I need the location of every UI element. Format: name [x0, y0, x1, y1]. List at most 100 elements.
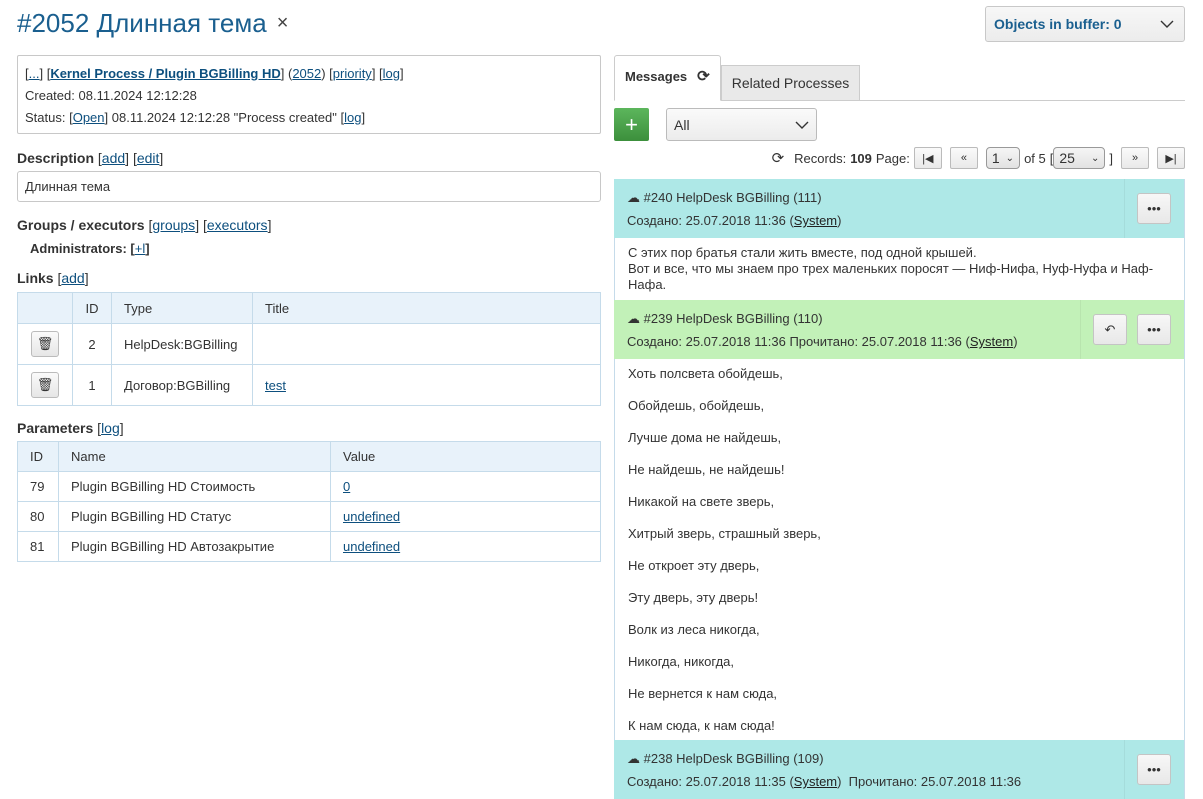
link-type: Договор:BGBilling: [111, 364, 253, 406]
message-filter-select[interactable]: All: [666, 108, 817, 141]
message-dates: Создано: 25.07.2018 11:36 (: [627, 213, 794, 228]
reply-button[interactable]: ↶: [1093, 314, 1127, 345]
messages-list: ☁ #240 HelpDesk BGBilling (111) Создано:…: [614, 179, 1185, 799]
links-col-type: Type: [111, 292, 253, 324]
process-id-link[interactable]: 2052: [292, 66, 321, 81]
links-header-row: ID Type Title: [17, 292, 601, 324]
link-id: 2: [72, 323, 112, 365]
message-user-link[interactable]: System: [970, 334, 1013, 349]
message-title: #239 HelpDesk BGBilling (110): [643, 311, 823, 326]
process-log-link[interactable]: log: [383, 66, 400, 81]
status-link[interactable]: Open: [73, 110, 105, 125]
status-label: Status:: [25, 110, 66, 125]
groups-link[interactable]: groups: [152, 217, 195, 233]
message-line: Никакой на свете зверь,: [628, 494, 775, 509]
message-line: Обойдешь, обойдешь,: [628, 398, 765, 413]
first-page-button[interactable]: |◀: [913, 147, 942, 169]
message-user-link[interactable]: System: [794, 213, 837, 228]
page-select[interactable]: 1 ⌄: [985, 147, 1021, 169]
message-dates-suffix: ): [1013, 334, 1018, 349]
chevron-down-icon: ⌄: [1005, 152, 1015, 164]
reply-icon: ↶: [1104, 321, 1116, 337]
delete-link-button[interactable]: 🗑: [31, 372, 59, 398]
param-value-link[interactable]: undefined: [343, 539, 400, 554]
message-dates: Создано: 25.07.2018 11:36 Прочитано: 25.…: [627, 334, 970, 349]
tab-related-processes[interactable]: Related Processes: [720, 65, 861, 100]
params-col-name: Name: [58, 441, 331, 472]
message-user-link[interactable]: System: [794, 774, 837, 789]
process-details-panel: [...] [Kernel Process / Plugin BGBilling…: [17, 55, 601, 562]
delete-link-button[interactable]: 🗑: [31, 331, 59, 357]
message-menu-button[interactable]: •••: [1137, 193, 1171, 224]
refresh-icon[interactable]: ⟳: [772, 149, 785, 167]
param-value-link[interactable]: undefined: [343, 509, 400, 524]
message-title: #240 HelpDesk BGBilling (111): [643, 190, 822, 205]
chevron-down-icon: ⌄: [1090, 152, 1100, 164]
process-menu-link[interactable]: ...: [29, 66, 40, 81]
message-item: ☁ #240 HelpDesk BGBilling (111) Создано:…: [614, 179, 1184, 300]
message-line: Вот и все, что мы знаем про трех маленьк…: [628, 261, 1154, 292]
messages-toolbar: + All: [614, 108, 1185, 141]
close-icon[interactable]: ×: [277, 12, 289, 35]
message-dates-suffix: ) Прочитано: 25.07.2018 11:36: [837, 774, 1022, 789]
next-page-button[interactable]: »: [1121, 147, 1149, 169]
message-header[interactable]: ☁ #239 HelpDesk BGBilling (110) Создано:…: [614, 300, 1184, 359]
add-executor-link[interactable]: +l: [135, 241, 145, 256]
administrators-group: Administrators: [+l]: [30, 241, 150, 256]
status-line: Status: [Open] 08.11.2024 12:12:28 "Proc…: [25, 110, 366, 125]
priority-link[interactable]: priority: [333, 66, 372, 81]
objects-buffer-dropdown[interactable]: Objects in buffer: 0: [985, 6, 1185, 42]
last-page-button[interactable]: ▶|: [1157, 147, 1185, 169]
message-header[interactable]: ☁ #240 HelpDesk BGBilling (111) Создано:…: [614, 179, 1184, 238]
param-id: 80: [17, 501, 59, 532]
process-title: #2052 Длинная тема: [17, 8, 267, 38]
prev-page-button[interactable]: «: [949, 147, 978, 169]
param-name: Plugin BGBilling HD Статус: [58, 501, 331, 532]
message-line: Никогда, никогда,: [628, 654, 734, 669]
page-size-select[interactable]: 25 ⌄: [1053, 147, 1106, 169]
add-message-button[interactable]: +: [614, 108, 649, 141]
more-dots-icon: •••: [1147, 322, 1161, 337]
pagination: ⟳ Records: 109 Page: |◀ « 1 ⌄ of 5[25 ⌄] »…: [614, 146, 1185, 170]
page-title: #2052 Длинная тема ×: [17, 8, 288, 39]
message-body: Хоть полсвета обойдешь, Обойдешь, обойде…: [614, 359, 1184, 740]
refresh-icon[interactable]: ⟳: [697, 67, 710, 85]
link-title-link[interactable]: test: [265, 378, 286, 393]
message-item: ☁ #239 HelpDesk BGBilling (110) Создано:…: [614, 300, 1184, 740]
page-label: Page:: [875, 150, 910, 166]
message-title: #238 HelpDesk BGBilling (109): [643, 751, 824, 766]
trash-icon: 🗑: [36, 336, 54, 351]
groups-heading: Groups / executors [groups] [executors]: [17, 217, 272, 233]
message-header[interactable]: ☁ #238 HelpDesk BGBilling (109) Создано:…: [614, 740, 1184, 799]
params-header-row: ID Name Value: [17, 441, 601, 472]
message-line: Эту дверь, эту дверь!: [628, 590, 759, 605]
param-value-link[interactable]: 0: [343, 479, 350, 494]
process-type-link[interactable]: Kernel Process / Plugin BGBilling HD: [50, 66, 280, 81]
filter-value: All: [674, 116, 690, 133]
link-title: [252, 323, 601, 365]
administrators-label: Administrators:: [30, 241, 127, 256]
message-line: Не откроет эту дверь,: [628, 558, 760, 573]
message-line: Не найдешь, не найдешь!: [628, 462, 785, 477]
parameters-log-link[interactable]: log: [101, 420, 120, 436]
process-type-line: [...] [Kernel Process / Plugin BGBilling…: [25, 66, 404, 81]
executors-link[interactable]: executors: [207, 217, 268, 233]
message-menu-button[interactable]: •••: [1137, 314, 1171, 345]
param-name: Plugin BGBilling HD Стоимость: [58, 471, 331, 502]
status-text: 08.11.2024 12:12:28 "Process created": [111, 110, 337, 125]
message-menu-button[interactable]: •••: [1137, 754, 1171, 785]
status-log-link[interactable]: log: [344, 110, 361, 125]
message-item: ☁ #238 HelpDesk BGBilling (109) Создано:…: [614, 740, 1184, 799]
message-body: С этих пор братья стали жить вместе, под…: [614, 238, 1184, 300]
links-table: ID Type Title 🗑 2 HelpDesk:BGBilling 🗑 1…: [17, 292, 601, 406]
outgoing-cloud-icon: ☁: [627, 311, 640, 326]
table-row: 80 Plugin BGBilling HD Статус undefined: [17, 501, 601, 532]
tab-messages[interactable]: Messages ⟳: [614, 55, 721, 101]
link-type: HelpDesk:BGBilling: [111, 323, 253, 365]
trash-icon: 🗑: [36, 377, 54, 392]
message-line: Хоть полсвета обойдешь,: [628, 366, 783, 381]
description-edit-link[interactable]: edit: [137, 150, 160, 166]
message-line: С этих пор братья стали жить вместе, под…: [628, 245, 977, 260]
links-add-link[interactable]: add: [61, 270, 84, 286]
description-add-link[interactable]: add: [102, 150, 125, 166]
